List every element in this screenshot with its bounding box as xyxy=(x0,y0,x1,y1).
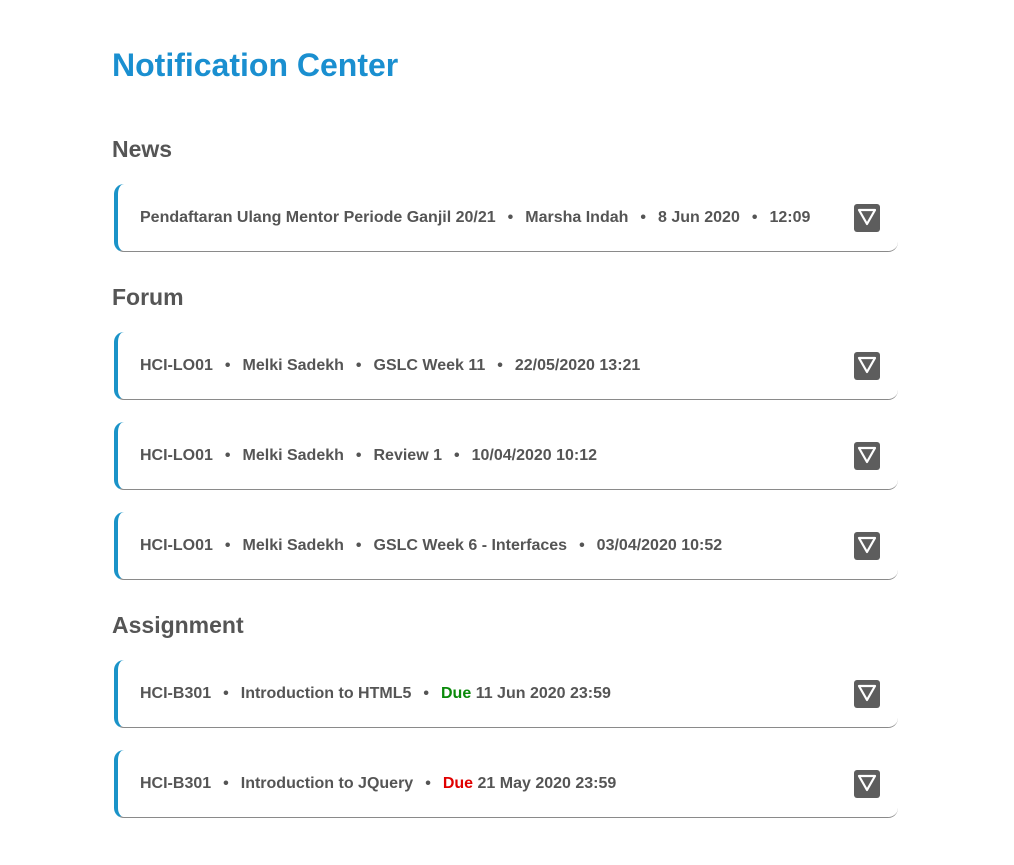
separator: • xyxy=(507,209,514,226)
expand-button[interactable] xyxy=(854,680,880,708)
assignment-title: Introduction to JQuery xyxy=(240,775,414,792)
forum-datetime: 03/04/2020 10:52 xyxy=(596,537,723,554)
forum-author: Melki Sadekh xyxy=(242,447,344,464)
forum-topic: Review 1 xyxy=(373,447,442,464)
forum-item-text: HCI-LO01 • Melki Sadekh • GSLC Week 6 - Inte… xyxy=(140,536,722,556)
separator: • xyxy=(223,685,229,702)
separator: • xyxy=(224,447,231,464)
separator: • xyxy=(224,357,231,374)
forum-topic: GSLC Week 6 - Interfaces xyxy=(373,537,568,554)
expand-button[interactable] xyxy=(854,204,880,232)
assignment-course: HCI-B301 xyxy=(140,775,212,792)
forum-course: HCI-LO01 xyxy=(140,537,213,554)
separator: • xyxy=(751,209,758,226)
triangle-down-icon xyxy=(857,684,877,702)
separator: • xyxy=(423,685,429,702)
separator: • xyxy=(224,537,231,554)
forum-item[interactable]: HCI-LO01 • Melki Sadekh • GSLC Week 11 • 22/05… xyxy=(114,332,898,400)
separator: • xyxy=(497,357,503,374)
forum-item[interactable]: HCI-LO01 • Melki Sadekh • Review 1 • 10/04/202… xyxy=(114,422,898,490)
forum-topic: GSLC Week 11 xyxy=(373,357,486,374)
assignment-item[interactable]: HCI-B301 • Introduction to HTML5 • Due 11 Ju… xyxy=(114,660,898,728)
expand-button[interactable] xyxy=(854,532,880,560)
forum-datetime: 10/04/2020 10:12 xyxy=(471,447,598,464)
forum-author: Melki Sadekh xyxy=(242,357,344,374)
forum-item-text: HCI-LO01 • Melki Sadekh • GSLC Week 11 • 22/05… xyxy=(140,356,640,376)
news-title: Pendaftaran Ulang Mentor Periode Ganjil … xyxy=(140,209,496,226)
assignment-due-date: 21 May 2020 23:59 xyxy=(477,775,617,792)
separator: • xyxy=(355,447,362,464)
separator: • xyxy=(223,775,229,792)
forum-item-text: HCI-LO01 • Melki Sadekh • Review 1 • 10/04/202… xyxy=(140,446,597,466)
separator: • xyxy=(425,775,431,792)
news-item-text: Pendaftaran Ulang Mentor Periode Ganjil … xyxy=(140,208,810,228)
assignment-item-text: HCI-B301 • Introduction to JQuery • Due 21 M… xyxy=(140,774,616,794)
separator: • xyxy=(355,357,362,374)
forum-author: Melki Sadekh xyxy=(242,537,344,554)
assignment-item[interactable]: HCI-B301 • Introduction to JQuery • Due 21 M… xyxy=(114,750,898,818)
separator: • xyxy=(579,537,585,554)
expand-button[interactable] xyxy=(854,442,880,470)
news-author: Marsha Indah xyxy=(525,209,629,226)
triangle-down-icon xyxy=(857,774,877,792)
section-heading-news: News xyxy=(112,136,173,162)
due-label: Due xyxy=(442,775,474,792)
forum-datetime: 22/05/2020 13:21 xyxy=(514,357,641,374)
expand-button[interactable] xyxy=(854,352,880,380)
section-heading-forum: Forum xyxy=(112,284,184,310)
expand-button[interactable] xyxy=(854,770,880,798)
separator: • xyxy=(640,209,647,226)
section-heading-assignment: Assignment xyxy=(112,612,244,638)
assignment-item-text: HCI-B301 • Introduction to HTML5 • Due 11 Ju… xyxy=(140,684,611,704)
assignment-course: HCI-B301 xyxy=(140,685,212,702)
page-title: Notification Center xyxy=(112,47,399,83)
forum-course: HCI-LO01 xyxy=(140,447,213,464)
triangle-down-icon xyxy=(857,208,877,226)
news-item[interactable]: Pendaftaran Ulang Mentor Periode Ganjil … xyxy=(114,184,898,252)
news-date: 8 Jun 2020 xyxy=(658,209,740,226)
triangle-down-icon xyxy=(857,356,877,374)
separator: • xyxy=(355,537,362,554)
assignment-due-date: 11 Jun 2020 23:59 xyxy=(475,685,611,702)
forum-course: HCI-LO01 xyxy=(140,357,213,374)
assignment-title: Introduction to HTML5 xyxy=(240,685,412,702)
forum-item[interactable]: HCI-LO01 • Melki Sadekh • GSLC Week 6 - Inte… xyxy=(114,512,898,580)
triangle-down-icon xyxy=(857,446,877,464)
news-time: 12:09 xyxy=(769,209,811,226)
separator: • xyxy=(453,447,460,464)
triangle-down-icon xyxy=(857,536,877,554)
due-label: Due xyxy=(441,685,472,702)
